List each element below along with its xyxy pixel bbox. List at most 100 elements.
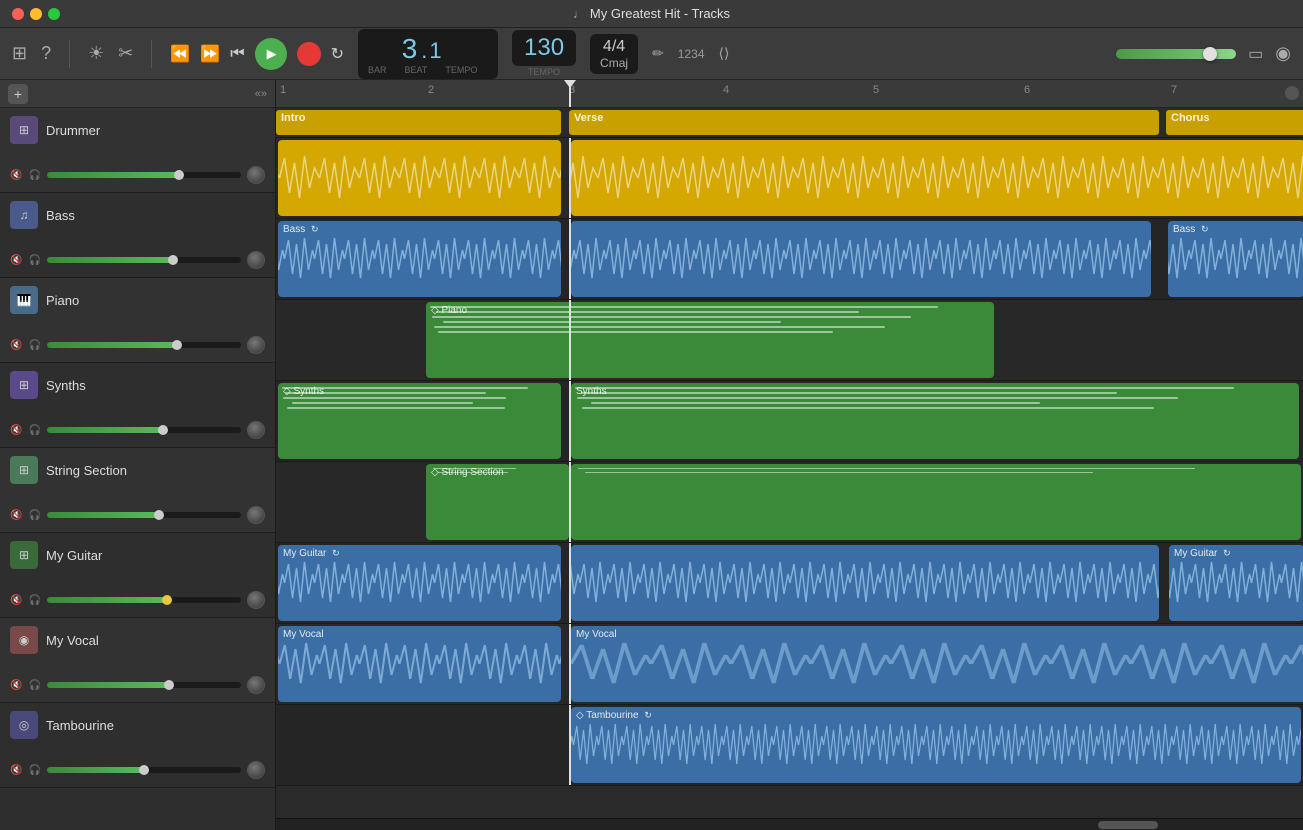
mute-icon[interactable]: 🔇 — [10, 170, 22, 181]
headphone-icon[interactable]: 🎧 — [28, 595, 40, 606]
master-volume[interactable] — [1116, 49, 1236, 59]
track-controls-vocal: 🔇 🎧 — [10, 676, 265, 694]
region-drummer-intro[interactable] — [278, 140, 561, 216]
tempo-display[interactable]: 130 — [512, 30, 576, 66]
mute-icon[interactable]: 🔇 — [10, 510, 22, 521]
region-tambourine[interactable]: ◇ Tambourine ↻ — [571, 707, 1301, 783]
volume-thumb[interactable] — [172, 340, 182, 350]
headphone-icon[interactable]: ◉ — [1275, 43, 1291, 64]
arranger-chorus[interactable]: Chorus — [1166, 110, 1303, 135]
cycle-button[interactable]: ↻ — [331, 44, 344, 64]
scissors-icon[interactable]: ✂ — [118, 43, 133, 64]
collapse-tracks-btn[interactable]: «» — [255, 88, 267, 100]
region-guitar-chorus[interactable]: My Guitar ↻ — [1169, 545, 1303, 621]
headphone-icon[interactable]: 🎧 — [28, 170, 40, 181]
region-bass-intro[interactable]: Bass ↻ — [278, 221, 561, 297]
record-button[interactable] — [297, 42, 321, 66]
track-row-bass: Bass ↻ Bass ↻ — [276, 219, 1303, 300]
rewind-button[interactable]: ⏪ — [170, 44, 190, 64]
region-bass-verse[interactable] — [571, 221, 1151, 297]
master-volume-thumb[interactable] — [1203, 47, 1217, 61]
track-item-piano: 🎹 Piano 🔇 🎧 — [0, 278, 275, 363]
volume-thumb[interactable] — [139, 765, 149, 775]
volume-slider-synths[interactable] — [47, 427, 241, 433]
bar-beat-display: 3 .1 BAR BEAT TEMPO — [368, 33, 477, 75]
intro-label: Intro — [281, 112, 305, 124]
pan-knob-synths[interactable] — [247, 421, 265, 439]
volume-slider-bass[interactable] — [47, 257, 241, 263]
maximize-button[interactable] — [48, 8, 60, 20]
volume-slider-vocal[interactable] — [47, 682, 241, 688]
beat-label: BEAT — [405, 65, 428, 75]
mute-icon[interactable]: 🔇 — [10, 680, 22, 691]
arranger-intro[interactable]: Intro — [276, 110, 561, 135]
mute-icon[interactable]: 🔇 — [10, 595, 22, 606]
notes-icon[interactable]: 1234 — [678, 47, 705, 61]
toolbar-right: ▭ ◉ — [1116, 43, 1291, 64]
mute-icon[interactable]: 🔇 — [10, 765, 22, 776]
volume-thumb[interactable] — [154, 510, 164, 520]
playhead[interactable] — [569, 80, 571, 107]
region-synths-verse[interactable]: Synths — [571, 383, 1299, 459]
master-volume-slider[interactable] — [1116, 49, 1236, 59]
horizontal-scrollbar[interactable] — [276, 818, 1303, 830]
add-track-button[interactable]: + — [8, 84, 28, 104]
region-piano[interactable]: ◇ Piano — [426, 302, 994, 378]
volume-slider-guitar[interactable] — [47, 597, 241, 603]
headphone-icon[interactable]: 🎧 — [28, 255, 40, 266]
pan-knob-bass[interactable] — [247, 251, 265, 269]
region-bass-chorus[interactable]: Bass ↻ — [1168, 221, 1303, 297]
pan-knob-piano[interactable] — [247, 336, 265, 354]
pan-knob-guitar[interactable] — [247, 591, 265, 609]
lcd-icon[interactable]: ▭ — [1248, 44, 1263, 64]
region-guitar-intro[interactable]: My Guitar ↻ — [278, 545, 561, 621]
mute-icon[interactable]: 🔇 — [10, 425, 22, 436]
volume-thumb[interactable] — [174, 170, 184, 180]
track-row-drummer — [276, 138, 1303, 219]
headphone-icon[interactable]: 🎧 — [28, 340, 40, 351]
headphone-icon[interactable]: 🎧 — [28, 510, 40, 521]
region-string-verse[interactable] — [571, 464, 1301, 540]
smart-controls-icon[interactable]: ☀ — [88, 43, 104, 64]
mute-icon[interactable]: 🔇 — [10, 255, 22, 266]
volume-thumb[interactable] — [168, 255, 178, 265]
track-name-tambourine: Tambourine — [46, 718, 114, 733]
pan-knob-drummer[interactable] — [247, 166, 265, 184]
close-button[interactable] — [12, 8, 24, 20]
region-guitar-verse[interactable] — [571, 545, 1159, 621]
headphone-icon[interactable]: 🎧 — [28, 765, 40, 776]
pan-knob-vocal[interactable] — [247, 676, 265, 694]
time-signature[interactable]: 4/4 Cmaj — [590, 34, 638, 74]
bass-icon-symbol: ♫ — [20, 208, 29, 222]
track-item-drummer: ⊞ Drummer 🔇 🎧 — [0, 108, 275, 193]
region-string-intro[interactable]: ◇ String Section — [426, 464, 569, 540]
pan-knob-tambourine[interactable] — [247, 761, 265, 779]
help-icon[interactable]: ? — [41, 43, 51, 64]
region-drummer-verse[interactable] — [571, 140, 1303, 216]
pan-knob-string[interactable] — [247, 506, 265, 524]
volume-thumb[interactable] — [162, 595, 172, 605]
scrollbar-thumb[interactable] — [1098, 821, 1158, 829]
arranger-verse[interactable]: Verse — [569, 110, 1159, 135]
minimize-button[interactable] — [30, 8, 42, 20]
region-vocal-intro[interactable]: My Vocal — [278, 626, 561, 702]
track-name-row-drummer: ⊞ Drummer — [10, 116, 265, 144]
fast-forward-button[interactable]: ⏩ — [200, 44, 220, 64]
play-button[interactable] — [255, 38, 287, 70]
headphone-icon[interactable]: 🎧 — [28, 425, 40, 436]
volume-slider-string[interactable] — [47, 512, 241, 518]
volume-slider-tambourine[interactable] — [47, 767, 241, 773]
volume-thumb[interactable] — [164, 680, 174, 690]
volume-thumb[interactable] — [158, 425, 168, 435]
tuner-icon[interactable]: ⟨⟩ — [719, 45, 730, 62]
region-vocal-verse[interactable]: My Vocal — [571, 626, 1303, 702]
headphone-icon[interactable]: 🎧 — [28, 680, 40, 691]
region-synths-intro[interactable]: ◇ Synths — [278, 383, 561, 459]
mute-icon[interactable]: 🔇 — [10, 340, 22, 351]
volume-slider-piano[interactable] — [47, 342, 241, 348]
go-start-button[interactable]: ⏮ — [230, 45, 244, 63]
scroll-indicator — [1285, 86, 1299, 100]
pencil-icon[interactable]: ✏ — [652, 45, 664, 62]
library-icon[interactable]: ⊞ — [12, 43, 27, 64]
volume-slider-drummer[interactable] — [47, 172, 241, 178]
